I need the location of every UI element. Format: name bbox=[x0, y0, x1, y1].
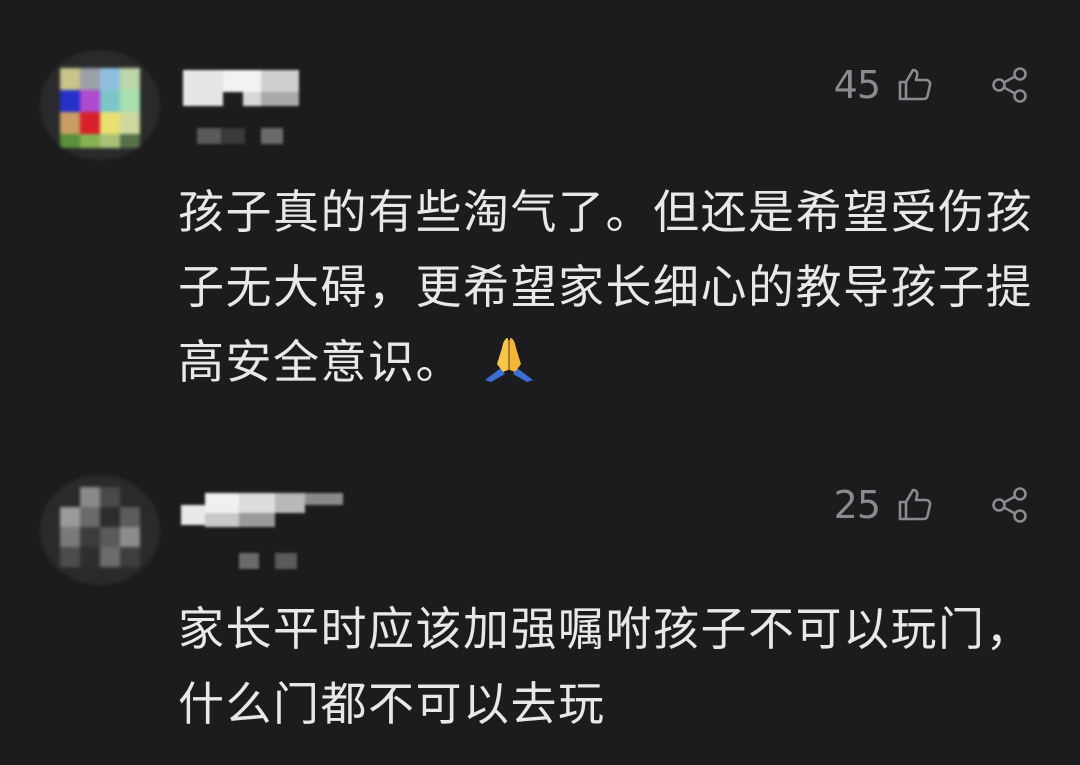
comment-item: 45 孩子真的有些淘气了。但还是希望受伤孩 子无大碍，更希望家长细心的教导孩子提… bbox=[0, 0, 1080, 430]
like-count: 45 bbox=[833, 63, 881, 107]
thumbs-up-icon[interactable] bbox=[894, 65, 934, 105]
avatar[interactable] bbox=[40, 475, 160, 585]
username-pixelated[interactable] bbox=[175, 62, 355, 152]
comment-text: 孩子真的有些淘气了。但还是希望受伤孩 子无大碍，更希望家长细心的教导孩子提 高安… bbox=[178, 175, 1048, 400]
folded-hands-emoji-icon bbox=[485, 338, 533, 382]
comment-text-line: 什么门都不可以去玩 bbox=[178, 677, 606, 731]
like-count: 25 bbox=[833, 483, 881, 527]
share-icon[interactable] bbox=[990, 65, 1030, 105]
comment-text-line-last: 高安全意识。 bbox=[178, 325, 1048, 400]
comment-text-line: 家长平时应该加强嘱咐孩子不可以玩门， bbox=[178, 602, 1033, 656]
comment-item: 25 家长平时应该加强嘱咐孩子不可以玩门， 什么门都不可以去玩 bbox=[0, 430, 1080, 765]
comment-text: 家长平时应该加强嘱咐孩子不可以玩门， 什么门都不可以去玩 bbox=[178, 592, 1048, 742]
share-icon[interactable] bbox=[990, 485, 1030, 525]
thumbs-up-icon[interactable] bbox=[894, 485, 934, 525]
comment-text-line: 子无大碍，更希望家长细心的教导孩子提 bbox=[178, 260, 1033, 314]
comment-text-line: 孩子真的有些淘气了。但还是希望受伤孩 bbox=[178, 185, 1033, 239]
comment-text-line: 高安全意识。 bbox=[178, 335, 463, 389]
username-pixelated[interactable] bbox=[175, 485, 355, 575]
comment-actions: 25 bbox=[834, 480, 1030, 530]
avatar[interactable] bbox=[40, 50, 160, 160]
comment-actions: 45 bbox=[834, 60, 1030, 110]
